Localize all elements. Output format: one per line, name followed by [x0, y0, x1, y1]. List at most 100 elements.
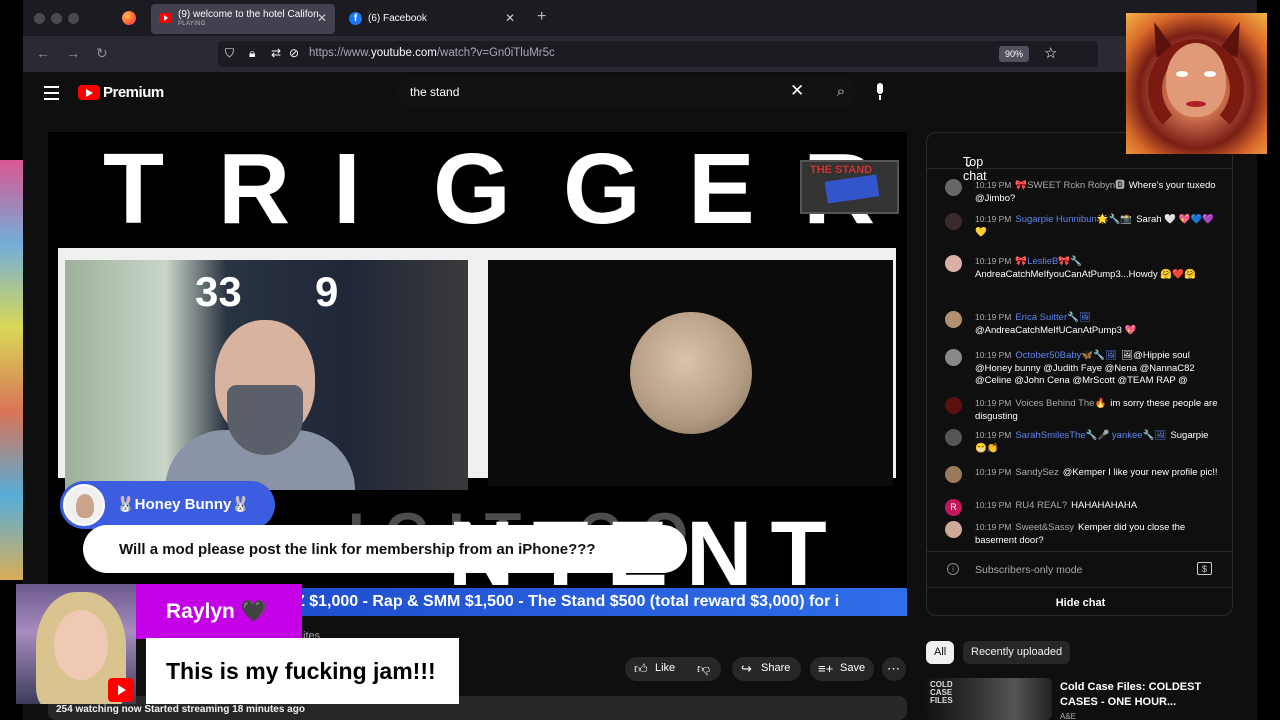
- chat-timestamp: 10:19 PM: [975, 350, 1012, 360]
- chip-all[interactable]: All: [926, 641, 955, 664]
- share-label: Share: [761, 662, 791, 674]
- overlay-author-banner: Raylyn 🖤: [136, 584, 302, 639]
- like-button[interactable]: Like: [655, 662, 675, 674]
- window-minimize-dot[interactable]: [51, 13, 62, 24]
- chat-message-body: 10:19 PM SarahSmilesThe🔧🎤 yankee🔧🖼 Sugarpi…: [975, 429, 1220, 455]
- chat-overlay-author: 🐰Honey Bunny🐰: [60, 481, 275, 529]
- live-chat-panel: Top chat ⌄ 10:19 PM 🎀SWEET Rckn Robyn🅱 Whe…: [926, 132, 1233, 616]
- window-close-dot[interactable]: [34, 13, 45, 24]
- chat-avatar[interactable]: R: [945, 499, 962, 516]
- url-bar[interactable]: ⛉ 🔒︎ ⇄ ⊘ https://www.youtube.com/watch?v…: [218, 41, 1098, 67]
- chat-text: HAHAHAHAHA: [1071, 500, 1138, 511]
- tab-facebook[interactable]: f (6) Facebook ✕: [341, 4, 523, 34]
- subscribers-only-label: Subscribers-only mode: [975, 564, 1083, 576]
- tab-youtube[interactable]: (9) welcome to the hotel California PLAY…: [151, 4, 335, 34]
- chat-text: AndreaCatchMeIfyouCanAtPump3...Howdy 🤗❤️…: [975, 268, 1196, 280]
- recommended-title[interactable]: Cold Case Files: COLDEST CASES - ONE HOU…: [1060, 680, 1230, 710]
- chat-message-body: 10:19 PM Sweet&Sassy Kemper did you close …: [975, 521, 1220, 547]
- new-tab-icon[interactable]: +: [537, 8, 546, 26]
- chat-author[interactable]: 🎀SWEET Rckn Robyn🅱: [1015, 180, 1124, 191]
- search-input[interactable]: [410, 83, 770, 101]
- chat-author[interactable]: SandySez: [1015, 467, 1058, 478]
- share-icon: ↪: [741, 661, 752, 676]
- like-dislike-group: 👍︎ Like 👎︎: [625, 657, 721, 681]
- super-chat-icon[interactable]: $: [1197, 562, 1212, 575]
- chat-timestamp: 10:19 PM: [975, 522, 1012, 532]
- chat-timestamp: 10:19 PM: [975, 500, 1012, 510]
- microphone-icon[interactable]: [873, 83, 887, 103]
- chat-author[interactable]: RU4 REAL?: [1015, 500, 1067, 511]
- guest-camera: [488, 260, 893, 486]
- lock-icon[interactable]: 🔒︎: [249, 46, 255, 61]
- permissions-icon[interactable]: ⇄: [271, 46, 281, 60]
- chat-avatar[interactable]: [945, 429, 962, 446]
- tab-bar: (9) welcome to the hotel California PLAY…: [23, 0, 1257, 36]
- chat-message-body: 10:19 PM October50Baby🦋🔧🖼 🖼@Hippie soul @H…: [975, 349, 1220, 388]
- ticker-text: Z $1,000 - Rap & SMM $1,500 - The Stand …: [295, 593, 840, 610]
- chat-timestamp: 10:19 PM: [975, 398, 1012, 408]
- chip-recently-uploaded[interactable]: Recently uploaded: [963, 641, 1071, 664]
- chat-author[interactable]: SarahSmilesThe🔧🎤 yankee🔧🖼: [1015, 430, 1166, 441]
- jersey-number: 33: [195, 268, 242, 315]
- navigation-bar: ← → ↻ ⛉ 🔒︎ ⇄ ⊘ https://www.youtube.com/w…: [23, 36, 1257, 72]
- overlay-message-text: This is my fucking jam!!!: [166, 658, 436, 684]
- reward-ticker: Z $1,000 - Rap & SMM $1,500 - The Stand …: [295, 588, 907, 616]
- watching-status: 254 watching now Started streaming 18 mi…: [56, 704, 305, 715]
- recommended-channel[interactable]: A&E: [1060, 712, 1076, 720]
- hide-chat-button[interactable]: Hide chat: [927, 587, 1232, 615]
- autoplay-blocked-icon[interactable]: ⊘: [289, 46, 299, 60]
- video-player[interactable]: T R I G G E R THE STAND 33 9 ICIT CO NTE…: [48, 132, 907, 616]
- search-box: ✕ ⌕: [398, 78, 857, 106]
- reload-icon[interactable]: ↻: [96, 45, 108, 62]
- chat-author[interactable]: 🎀LeslieB🎀🔧: [1015, 256, 1082, 267]
- search-icon[interactable]: ⌕: [824, 78, 858, 106]
- chat-avatar[interactable]: [945, 255, 962, 272]
- chat-overlay-bubble: Will a mod please post the link for memb…: [83, 525, 687, 573]
- forward-icon[interactable]: →: [66, 45, 80, 61]
- chat-timestamp: 10:19 PM: [975, 256, 1012, 266]
- like-icon[interactable]: 👍︎: [634, 661, 648, 677]
- shield-icon[interactable]: ⛉: [225, 46, 234, 61]
- left-edge-artwork: [0, 160, 24, 580]
- recommended-thumbnail[interactable]: COLD CASE FILES: [926, 678, 1052, 720]
- window-maximize-dot[interactable]: [68, 13, 79, 24]
- share-button[interactable]: ↪ Share: [732, 657, 801, 681]
- chat-overlay-message: Will a mod please post the link for memb…: [119, 541, 596, 558]
- chat-avatar[interactable]: [945, 349, 962, 366]
- save-label: Save: [840, 662, 866, 674]
- thumbnail-text: COLD CASE FILES: [930, 680, 953, 705]
- chat-author[interactable]: October50Baby🦋🔧🖼: [1015, 350, 1117, 361]
- more-actions-button[interactable]: ⋯: [882, 657, 906, 681]
- jersey-number: 9: [315, 268, 339, 315]
- url-text[interactable]: https://www.youtube.com/watch?v=Gn0iTluM…: [309, 47, 555, 59]
- back-icon[interactable]: ←: [36, 45, 50, 61]
- chat-author[interactable]: Voices Behind The🔥: [1015, 398, 1106, 409]
- chat-avatar[interactable]: [945, 397, 962, 414]
- youtube-premium-label[interactable]: Premium: [103, 84, 164, 101]
- chat-author[interactable]: Erica Suitter🔧🖼: [1015, 312, 1091, 323]
- clear-search-icon[interactable]: ✕: [790, 81, 804, 101]
- youtube-logo-icon[interactable]: [78, 85, 100, 100]
- chat-message-body: 10:19 PM Voices Behind The🔥 im sorry these…: [975, 397, 1220, 423]
- tab-close-icon[interactable]: ✕: [505, 11, 515, 25]
- hide-chat-label: Hide chat: [1055, 597, 1106, 609]
- chat-avatar[interactable]: [945, 179, 962, 196]
- dislike-icon[interactable]: 👎︎: [697, 661, 710, 677]
- chat-timestamp: 10:19 PM: [975, 467, 1012, 477]
- chat-author[interactable]: Sugarpie Hunnibun🌟🔧📸: [1015, 214, 1132, 225]
- chat-message-body: 10:19 PM RU4 REAL? HAHAHAHAHA: [975, 499, 1220, 513]
- chat-avatar[interactable]: [945, 466, 962, 483]
- tab-close-icon[interactable]: ✕: [317, 11, 327, 25]
- bookmark-star-icon[interactable]: ☆: [1044, 44, 1057, 62]
- zoom-level[interactable]: 90%: [999, 46, 1029, 62]
- title-letter: G: [433, 133, 511, 245]
- save-button[interactable]: ≡+ Save: [810, 657, 874, 681]
- chat-avatar[interactable]: [945, 521, 962, 538]
- chat-avatar[interactable]: [945, 213, 962, 230]
- menu-icon[interactable]: [44, 86, 59, 104]
- chat-timestamp: 10:19 PM: [975, 430, 1012, 440]
- firefox-icon[interactable]: [122, 11, 136, 25]
- chat-avatar[interactable]: [945, 311, 962, 328]
- chat-author[interactable]: Sweet&Sassy: [1015, 522, 1074, 533]
- chat-message-body: 10:19 PM 🎀SWEET Rckn Robyn🅱 Where's your t…: [975, 179, 1220, 205]
